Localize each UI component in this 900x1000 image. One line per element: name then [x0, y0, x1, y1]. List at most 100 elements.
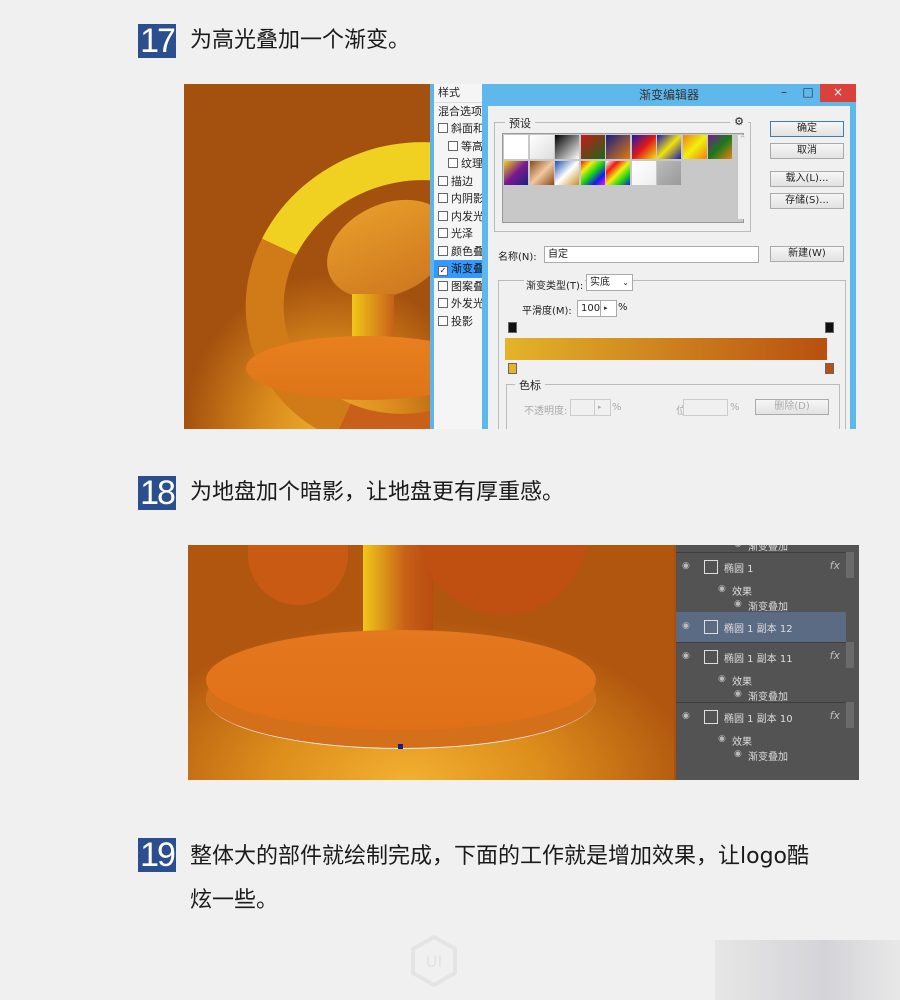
color-stop-left[interactable] [508, 363, 517, 374]
style-item[interactable]: 投影 [434, 313, 484, 331]
preset-swatch[interactable] [631, 135, 656, 159]
preset-swatch[interactable] [580, 160, 605, 185]
style-item[interactable]: 混合选项 [434, 103, 484, 121]
eye-icon[interactable]: ◉ [682, 711, 690, 721]
eye-icon[interactable]: ◉ [682, 621, 690, 631]
preset-swatch[interactable] [504, 160, 528, 185]
style-item[interactable]: 斜面和浮雕 [434, 120, 484, 138]
effect-row[interactable]: ◉渐变叠加 [676, 747, 846, 763]
preset-swatch[interactable] [682, 135, 707, 159]
checkbox-icon[interactable] [438, 228, 448, 238]
preset-swatch[interactable] [555, 160, 579, 185]
style-item[interactable]: 图案叠加 [434, 278, 484, 296]
style-item[interactable]: ✓渐变叠加 [434, 260, 484, 278]
layer-style-panel: 样式 混合选项斜面和浮雕等高线纹理描边内阴影内发光光泽颜色叠加✓渐变叠加图案叠加… [434, 84, 485, 429]
checkbox-icon[interactable] [448, 158, 458, 168]
eye-icon[interactable]: ◉ [734, 545, 742, 549]
eye-icon[interactable]: ◉ [734, 599, 742, 609]
style-item[interactable]: 纹理 [434, 155, 484, 173]
cancel-button[interactable]: 取消 [770, 143, 844, 159]
scrollbar-thumb[interactable] [846, 552, 854, 578]
effect-row[interactable]: ◉ 效果 [676, 582, 846, 598]
checkbox-icon[interactable] [438, 315, 448, 326]
preset-scrollbar[interactable]: ^ [738, 135, 747, 219]
maximize-button[interactable]: □ [796, 84, 820, 102]
checkbox-icon[interactable] [438, 123, 448, 133]
checkbox-icon[interactable] [438, 245, 448, 256]
preset-swatch[interactable] [631, 160, 656, 185]
eye-icon[interactable]: ◉ [734, 689, 742, 699]
ok-button[interactable]: 确定 [770, 121, 844, 137]
fx-icon[interactable]: fx [830, 559, 840, 572]
preset-swatch[interactable] [657, 135, 681, 159]
location-input[interactable] [683, 399, 728, 416]
preset-swatch[interactable] [606, 135, 630, 159]
delete-button[interactable]: 删除(D) [755, 399, 829, 415]
opacity-input[interactable] [570, 399, 597, 416]
preset-swatch[interactable] [529, 160, 554, 185]
checkbox-icon[interactable] [438, 298, 448, 308]
preset-swatch[interactable] [657, 160, 681, 185]
preset-swatch[interactable] [504, 135, 528, 159]
eye-icon[interactable]: ◉ [718, 674, 726, 684]
save-button[interactable]: 存储(S)... [770, 193, 844, 209]
checkbox-checked-icon[interactable]: ✓ [438, 266, 448, 276]
eye-icon[interactable]: ◉ [718, 584, 726, 594]
checkbox-icon[interactable] [438, 175, 448, 186]
gear-icon[interactable]: ⚙ [730, 115, 748, 128]
selection-path[interactable] [206, 647, 596, 749]
load-button[interactable]: 载入(L)... [770, 171, 844, 187]
style-item[interactable]: 内阴影 [434, 190, 484, 208]
eye-icon[interactable]: ◉ [734, 749, 742, 759]
close-button[interactable]: × [820, 84, 856, 102]
layer-row[interactable]: fx ◉ 椭圆 1 副本 11 [676, 642, 854, 672]
preset-swatch[interactable] [529, 135, 554, 159]
effect-row[interactable]: ◉渐变叠加 [676, 545, 846, 553]
effect-row[interactable]: ◉渐变叠加 [676, 687, 846, 703]
checkbox-icon[interactable] [438, 280, 448, 291]
checkbox-icon[interactable] [438, 210, 448, 221]
preset-swatch[interactable] [606, 160, 630, 185]
fx-icon[interactable]: fx [830, 709, 840, 722]
opacity-stepper[interactable]: ▸ [594, 399, 611, 416]
opacity-stop-right[interactable] [825, 322, 834, 333]
layer-row[interactable]: fx ◉ 椭圆 1 副本 10 [676, 702, 854, 732]
effect-row[interactable]: ◉渐变叠加 [676, 597, 846, 613]
step-19: 19 整体大的部件就绘制完成，下面的工作就是增加效果，让logo酷炫一些。 [138, 838, 830, 923]
layer-row[interactable]: ◉ 椭圆 1 副本 12 [676, 612, 846, 642]
eye-icon[interactable]: ◉ [718, 734, 726, 744]
style-item[interactable]: 颜色叠加 [434, 243, 484, 261]
checkbox-icon[interactable] [438, 193, 448, 203]
style-item[interactable]: 描边 [434, 173, 484, 191]
scrollbar-thumb[interactable] [846, 642, 854, 668]
gradient-type-select[interactable]: 实底 ⌄ [586, 274, 633, 291]
presets-label: 预设 [505, 115, 535, 131]
style-item-label: 描边 [451, 174, 473, 188]
style-item[interactable]: 光泽 [434, 225, 484, 243]
smoothness-stepper[interactable]: ▸ [600, 300, 617, 317]
fx-icon[interactable]: fx [830, 649, 840, 662]
preset-swatch[interactable] [708, 135, 732, 159]
eye-icon[interactable]: ◉ [682, 651, 690, 661]
minimize-button[interactable]: – [772, 84, 796, 102]
eye-icon[interactable]: ◉ [682, 561, 690, 571]
anchor-point[interactable] [398, 744, 403, 749]
preset-swatch[interactable] [555, 135, 579, 159]
effect-row[interactable]: ◉ 效果 [676, 672, 846, 688]
style-item[interactable]: 等高线 [434, 138, 484, 156]
style-item-label: 图案叠加 [451, 279, 484, 293]
new-button[interactable]: 新建(W) [770, 246, 844, 262]
gradient-bar[interactable] [505, 338, 827, 360]
style-item[interactable]: 内发光 [434, 208, 484, 226]
artwork-ring-bottom [418, 545, 588, 615]
layer-row[interactable]: fx ◉ 椭圆 1 [676, 552, 854, 582]
color-stop-right[interactable] [825, 363, 834, 374]
effect-row[interactable]: ◉ 效果 [676, 732, 846, 748]
name-input[interactable]: 自定 [544, 246, 759, 263]
checkbox-icon[interactable] [448, 140, 458, 151]
preset-swatch[interactable] [580, 135, 605, 159]
scrollbar-thumb[interactable] [846, 702, 854, 728]
style-item[interactable]: 外发光 [434, 295, 484, 313]
opacity-stop-left[interactable] [508, 322, 517, 333]
step-17: 17 为高光叠加一个渐变。 [138, 24, 830, 61]
